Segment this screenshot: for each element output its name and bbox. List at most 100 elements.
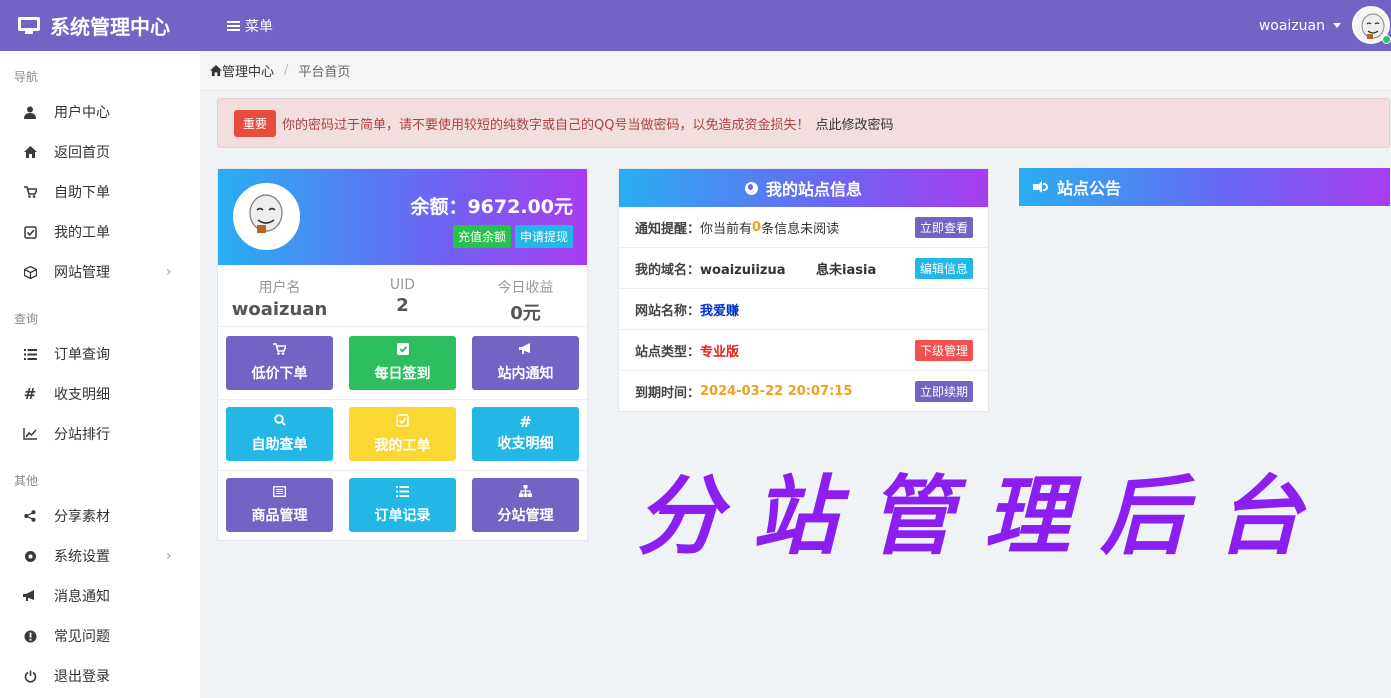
button-label: 我的工单: [374, 437, 431, 454]
self-query-button[interactable]: 自助查单: [226, 407, 333, 461]
button-label: 分站管理: [497, 508, 554, 524]
stat-value: 0元: [510, 303, 541, 324]
important-badge: 重要: [234, 109, 277, 137]
globe-icon: [744, 181, 758, 195]
sidebar-item-label: 分站排行: [54, 427, 110, 443]
sidebar-item-share-materials[interactable]: 分享素材: [0, 497, 200, 535]
domain-value: woaizuiizua 息未iasia: [700, 262, 877, 278]
check-square-icon: [396, 413, 409, 431]
sidebar-item-order-query[interactable]: 订单查询: [0, 335, 200, 373]
unread-count: 0: [752, 219, 762, 235]
bullhorn-icon: [22, 588, 38, 604]
sidebar-item-faq[interactable]: 常见问题: [0, 617, 200, 655]
menu-toggle-button[interactable]: 菜单: [227, 0, 273, 51]
row-key: 我的域名：: [635, 262, 701, 278]
recharge-button[interactable]: 充值余额: [452, 225, 511, 248]
hash-icon: #: [23, 385, 37, 403]
stat-username: 用户名 woaizuan: [218, 265, 341, 320]
cheap-order-button[interactable]: 低价下单: [226, 336, 333, 390]
site-info-header: 我的站点信息: [619, 169, 988, 207]
exclamation-icon: [22, 628, 38, 644]
change-password-link[interactable]: 点此修改密码: [815, 114, 893, 133]
sidebar-item-label: 用户中心: [54, 105, 110, 121]
sidebar-item-home[interactable]: 返回首页: [0, 133, 200, 171]
sidebar-item-site-management[interactable]: 网站管理 ›: [0, 253, 200, 291]
user-icon: [22, 104, 38, 120]
divider: [218, 399, 587, 400]
sidebar-item-self-order[interactable]: 自助下单: [0, 173, 200, 211]
stat-today-income: 今日收益 0元: [464, 265, 587, 325]
menu-label: 菜单: [245, 18, 273, 35]
chevron-right-icon: ›: [166, 548, 172, 564]
username: woaizuan: [1258, 17, 1325, 34]
substation-management-button[interactable]: 分站管理: [472, 478, 579, 532]
sidebar-item-label: 退出登录: [54, 669, 110, 685]
breadcrumb: 管理中心 / 平台首页: [200, 51, 1391, 91]
sidebar-item-system-settings[interactable]: 系统设置 ›: [0, 537, 200, 575]
button-label: 收支明细: [497, 436, 554, 452]
search-icon: [273, 414, 286, 430]
site-type-value: 专业版: [700, 344, 740, 360]
sidebar-item-label: 返回首页: [54, 145, 110, 161]
list-alt-icon: [273, 485, 286, 501]
sidebar-item-my-tickets[interactable]: 我的工单: [0, 213, 200, 251]
row-key: 网站名称：: [635, 303, 701, 319]
site-notice-button[interactable]: 站内通知: [472, 336, 579, 390]
sidebar-item-income-details[interactable]: # 收支明细: [0, 375, 200, 413]
row-key: 到期时间：: [635, 386, 701, 401]
stat-label: UID: [389, 277, 416, 293]
brand[interactable]: 系统管理中心: [18, 0, 170, 51]
site-info-row-notifications: 通知提醒： 你当前有 0 条信息未阅读 立即查看: [619, 207, 988, 248]
site-info-row-site-name: 网站名称： 我爱赚: [619, 289, 988, 330]
sidebar-item-user-center[interactable]: 用户中心: [0, 93, 200, 131]
online-status-dot: [1382, 35, 1391, 44]
breadcrumb-current: 平台首页: [298, 65, 351, 80]
volume-icon: [1033, 181, 1049, 193]
home-icon: [22, 144, 38, 160]
breadcrumb-home[interactable]: 管理中心: [222, 61, 274, 80]
avatar: [233, 183, 300, 250]
stat-value: 2: [396, 295, 409, 316]
edit-info-button[interactable]: 编辑信息: [914, 258, 973, 279]
sidebar-section-nav: 导航: [14, 70, 39, 84]
breadcrumb-separator: /: [284, 63, 289, 78]
product-management-button[interactable]: 商品管理: [226, 478, 333, 532]
stat-label: 用户名: [258, 280, 301, 296]
sidebar-item-messages[interactable]: 消息通知: [0, 577, 200, 615]
withdraw-button[interactable]: 申请提现: [514, 225, 573, 248]
my-tickets-button[interactable]: 我的工单: [349, 407, 456, 461]
top-navbar: 系统管理中心 菜单 woaizuan: [0, 0, 1391, 51]
stat-value: woaizuan: [231, 299, 328, 320]
app-title: 系统管理中心: [50, 15, 170, 39]
user-stats: 用户名 woaizuan UID 2 今日收益 0元: [218, 265, 587, 327]
sidebar-item-label: 消息通知: [54, 589, 110, 605]
sidebar: 导航 用户中心 返回首页 自助下单 我的工单 网站管理 › 查询 订单查询 # …: [0, 51, 200, 698]
site-notice-title: 站点公告: [1057, 179, 1122, 198]
site-info-row-site-type: 站点类型： 专业版 下级管理: [619, 330, 988, 371]
sidebar-item-label: 订单查询: [54, 347, 110, 363]
sidebar-item-logout[interactable]: 退出登录: [0, 657, 200, 695]
income-details-button[interactable]: # 收支明细: [472, 407, 579, 461]
view-now-button[interactable]: 立即查看: [914, 217, 973, 238]
user-dropdown[interactable]: woaizuan: [1259, 0, 1341, 51]
row-key: 站点类型：: [635, 344, 701, 360]
subordinate-management-button[interactable]: 下级管理: [914, 340, 973, 361]
share-icon: [22, 508, 38, 524]
daily-checkin-button[interactable]: 每日签到: [349, 336, 456, 390]
stat-label: 今日收益: [497, 280, 554, 296]
sidebar-item-site-ranking[interactable]: 分站排行: [0, 415, 200, 453]
sidebar-item-label: 系统设置: [54, 549, 110, 565]
order-records-button[interactable]: 订单记录: [349, 478, 456, 532]
sidebar-section-other: 其他: [14, 474, 39, 488]
row-value: 你当前有: [700, 221, 753, 237]
row-key: 通知提醒：: [635, 221, 701, 237]
alert-message: 你的密码过于简单，请不要使用较短的纯数字或自己的QQ号当做密码，以免造成资金损失…: [282, 117, 810, 133]
check-icon: [396, 343, 409, 359]
cart-icon: [273, 343, 288, 359]
sidebar-item-label: 自助下单: [54, 185, 110, 201]
site-info-row-expiry: 到期时间： 2024-03-22 20:07:15 立即续期: [619, 371, 988, 412]
sidebar-item-label: 网站管理: [54, 265, 110, 281]
button-label: 站内通知: [497, 366, 554, 382]
password-alert: 重要 你的密码过于简单，请不要使用较短的纯数字或自己的QQ号当做密码，以免造成资…: [217, 98, 1390, 148]
renew-now-button[interactable]: 立即续期: [914, 381, 973, 402]
